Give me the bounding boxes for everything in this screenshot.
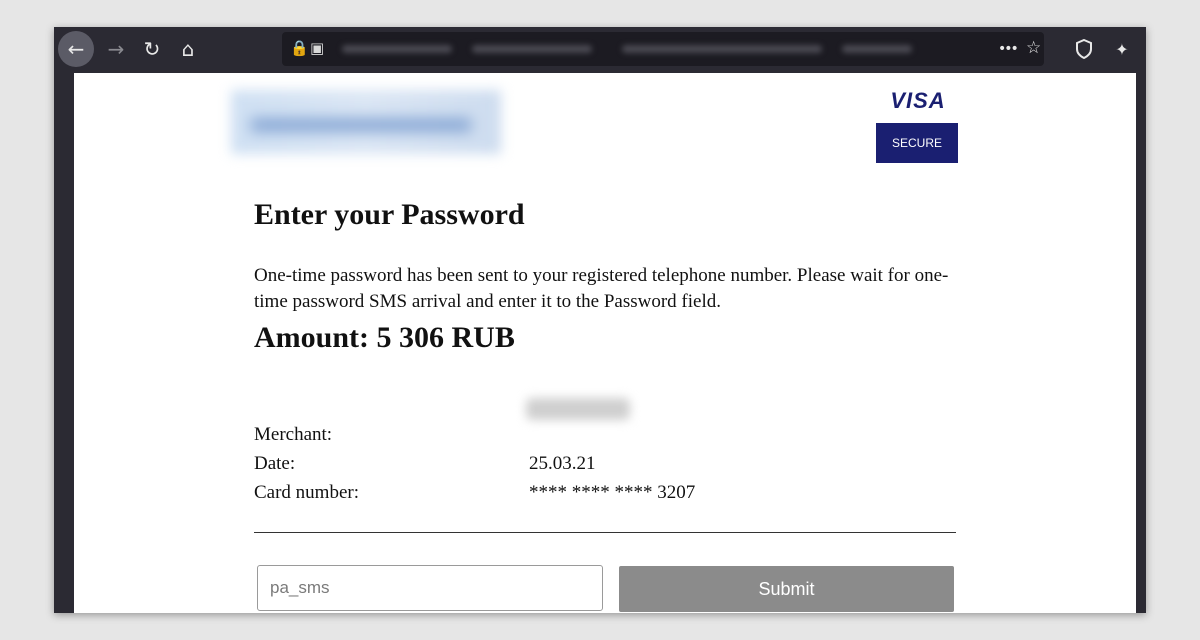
otp-instructions: One-time password has been sent to your … xyxy=(254,265,949,312)
page-title: Enter your Password xyxy=(254,198,525,231)
password-input[interactable] xyxy=(257,565,603,611)
date-label: Date: xyxy=(254,453,296,474)
url-text-blurred xyxy=(472,45,592,53)
browser-window: ← → ↻ ⌂ 🔒 ▣ ••• ☆ ✦ VISA SECURE Enter yo… xyxy=(54,27,1146,613)
submit-button[interactable]: Submit xyxy=(619,566,954,612)
browser-toolbar: ← → ↻ ⌂ 🔒 ▣ ••• ☆ ✦ xyxy=(54,27,1146,73)
reload-icon[interactable]: ↻ xyxy=(134,31,170,67)
forward-arrow-icon[interactable]: → xyxy=(98,31,134,67)
back-arrow-icon[interactable]: ← xyxy=(58,31,94,67)
bookmark-star-icon[interactable]: ☆ xyxy=(1026,38,1041,58)
lock-icon[interactable]: 🔒 xyxy=(290,39,309,57)
bank-logo-blurred xyxy=(231,90,501,154)
url-text-blurred xyxy=(342,45,452,53)
url-text-blurred xyxy=(842,45,912,53)
date-value: 25.03.21 xyxy=(529,453,596,474)
merchant-label: Merchant: xyxy=(254,424,333,445)
merchant-value-blurred xyxy=(526,398,630,420)
divider xyxy=(254,532,956,533)
image-icon: ▣ xyxy=(310,39,325,57)
card-number-value: **** **** **** 3207 xyxy=(529,482,696,503)
url-text-blurred xyxy=(622,45,822,53)
visa-logo: VISA xyxy=(890,88,946,113)
visa-secure-badge: SECURE xyxy=(876,123,958,163)
home-icon[interactable]: ⌂ xyxy=(170,31,206,67)
payment-amount: Amount: 5 306 RUB xyxy=(254,321,515,354)
more-actions-button[interactable]: ••• xyxy=(998,41,1019,57)
shield-icon[interactable] xyxy=(1066,31,1102,67)
page-content: VISA SECURE Enter your Password One-time… xyxy=(74,73,1136,613)
extension-brush-icon[interactable]: ✦ xyxy=(1104,31,1140,67)
url-bar[interactable]: 🔒 ▣ ••• ☆ xyxy=(282,32,1044,66)
card-number-label: Card number: xyxy=(254,482,360,503)
